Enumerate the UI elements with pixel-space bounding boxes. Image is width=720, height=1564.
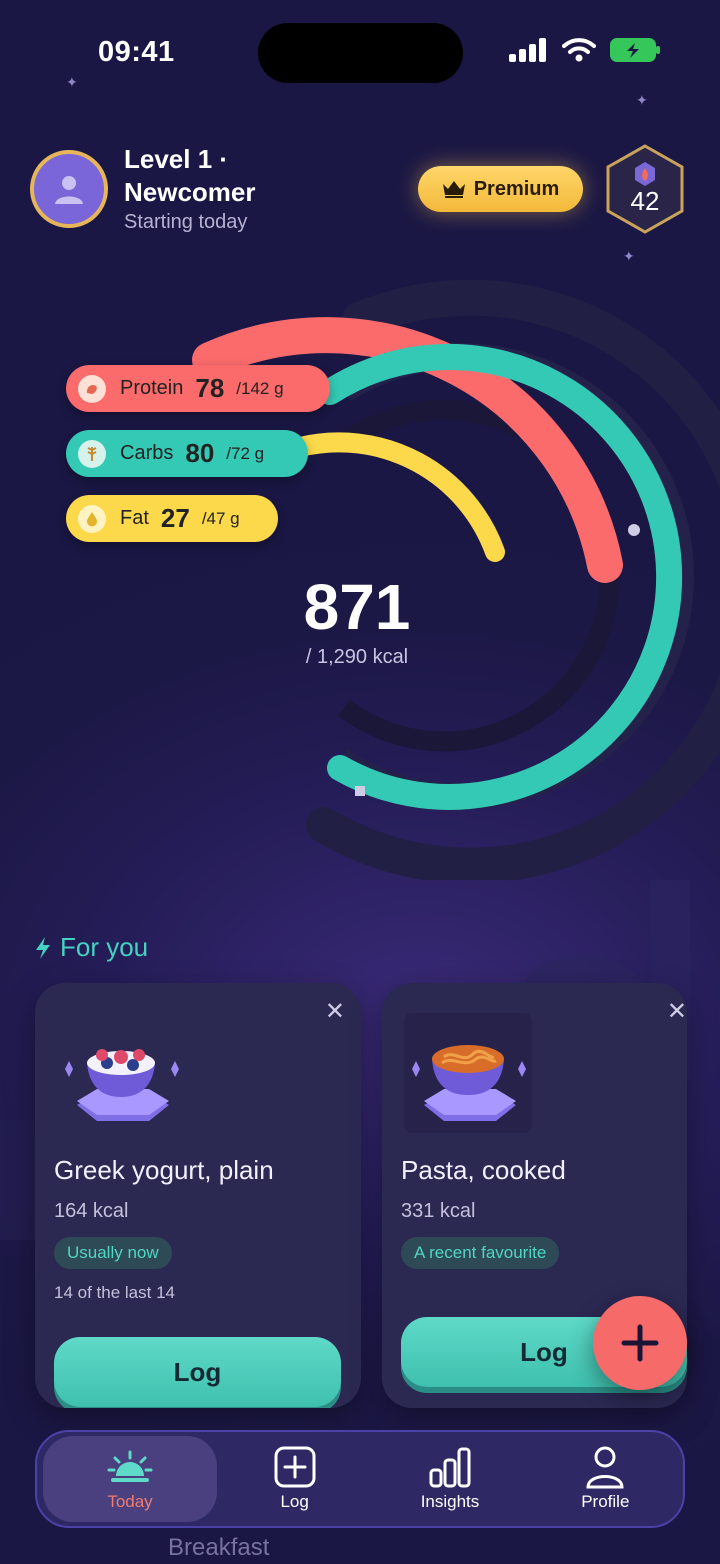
bottom-nav: Today Log Insights Profile [35,1430,685,1528]
status-icons [508,38,660,62]
person-icon [586,1446,624,1489]
oil-drop-icon [78,504,106,533]
carbs-value: 80 [185,438,215,468]
ring-end-dot [628,524,640,536]
nav-item-log[interactable]: Log [217,1432,372,1526]
pasta-bowl-image [404,1013,532,1133]
nav-label-profile: Profile [581,1492,630,1511]
level-title: Level 1 · Newcomer [124,144,256,207]
avatar[interactable] [30,150,108,228]
carbs-goal: /72 g [226,443,265,463]
food-kcal: 164 kcal [54,1200,129,1222]
add-food-button[interactable] [593,1296,687,1390]
close-icon[interactable]: ✕ [325,997,345,1026]
calories-goal: / 1,290 kcal [305,646,409,668]
lightning-icon [36,936,50,959]
star-decoration: ✦ [623,248,635,264]
carbs-label: Carbs [120,442,174,464]
plus-square-icon [274,1446,316,1488]
food-kcal: 331 kcal [401,1200,476,1222]
suggestion-card[interactable]: ✕ Greek yogurt, plain 164 kcal Usually n… [35,983,361,1408]
crown-icon [442,181,465,198]
user-icon [55,176,83,204]
food-name: Pasta, cooked [401,1155,566,1185]
status-time: 09:41 [98,36,175,68]
protein-label: Protein [120,377,184,399]
protein-pill[interactable]: Protein 78 /142 g [66,365,330,412]
suggestion-tag: A recent favourite [401,1237,560,1269]
protein-goal: /142 g [236,378,284,398]
protein-icon [78,374,106,403]
wheat-icon [78,439,106,468]
frequency-note: 14 of the last 14 [54,1283,175,1302]
fat-label: Fat [120,507,149,529]
food-name: Greek yogurt, plain [54,1155,274,1185]
premium-label: Premium [473,177,560,200]
nav-label-log: Log [280,1492,309,1511]
for-you-title: For you [60,932,149,962]
premium-button[interactable]: Premium [418,166,583,212]
streak-count: 42 [630,186,660,216]
nav-item-insights[interactable]: Insights [372,1432,527,1526]
nav-label-insights: Insights [420,1492,480,1511]
nav-item-today[interactable]: Today [43,1436,217,1522]
suggestion-tag: Usually now [54,1237,172,1269]
bar-chart-icon [429,1447,471,1488]
nav-item-profile[interactable]: Profile [528,1432,683,1526]
star-decoration: ✦ [66,74,78,90]
nav-label-today: Today [107,1492,153,1511]
level-subtitle: Starting today [124,211,248,233]
greek-yogurt-bowl-image [65,1049,179,1121]
star-decoration: ✦ [636,92,648,108]
battery-icon [610,38,660,62]
fat-value: 27 [160,503,190,533]
ring-start-marker [355,786,365,796]
close-icon[interactable]: ✕ [667,997,687,1026]
sunrise-icon [107,1450,153,1482]
cellular-signal-icon [509,38,546,62]
fat-ring-arc [290,432,505,562]
fat-goal: /47 g [201,508,240,528]
carbs-pill[interactable]: Carbs 80 /72 g [66,430,308,477]
plus-icon [621,1324,659,1362]
protein-value: 78 [195,373,225,403]
wifi-icon [562,38,596,62]
meal-section-label: Breakfast [168,1534,270,1561]
calories-consumed: 871 [303,571,411,643]
for-you-heading: For you [34,932,148,963]
fat-pill[interactable]: Fat 27 /47 g [66,495,278,542]
log-button[interactable]: Log [54,1337,341,1407]
dynamic-island [258,23,463,83]
